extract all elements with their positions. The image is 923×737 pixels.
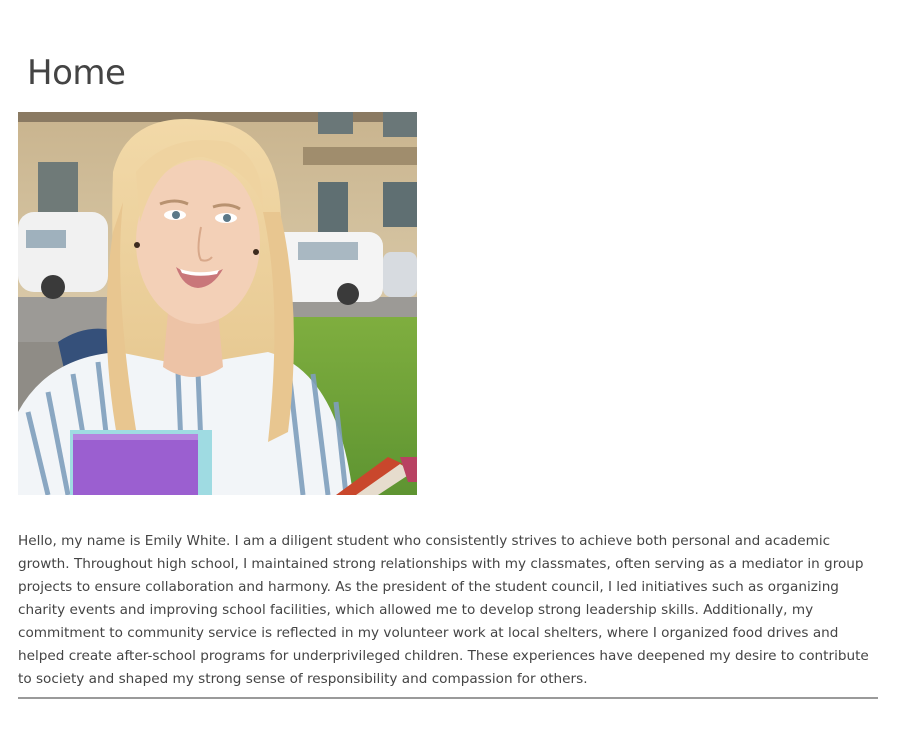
bio-text: Hello, my name is Emily White. I am a di… [18, 533, 869, 687]
page-title: Home [27, 53, 126, 93]
divider [18, 697, 878, 699]
profile-photo [18, 112, 417, 495]
